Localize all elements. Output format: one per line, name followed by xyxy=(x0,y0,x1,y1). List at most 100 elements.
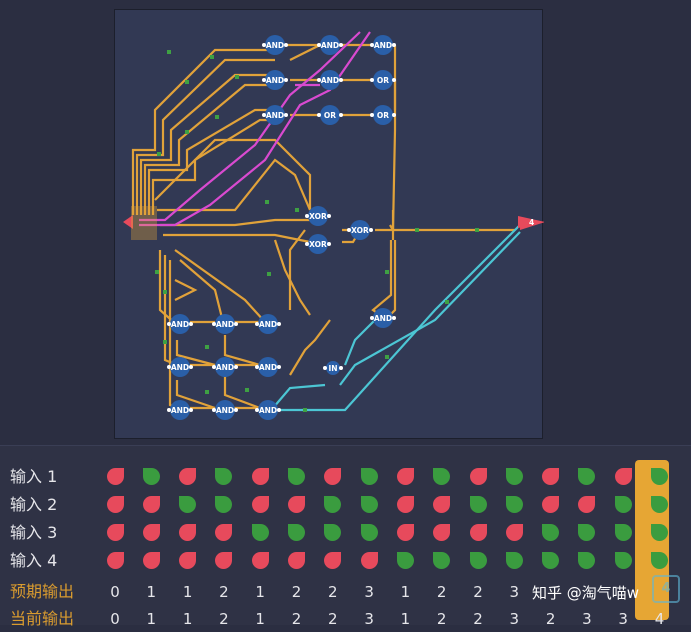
expected-output-value: 1 xyxy=(182,583,193,601)
input-2-state-cell xyxy=(460,492,496,518)
off-leaf-icon xyxy=(106,468,124,485)
gate-and[interactable]: AND xyxy=(255,314,281,334)
gate-output-pin[interactable] xyxy=(284,113,288,117)
input-4-state-cell xyxy=(496,548,532,574)
gate-or[interactable]: OR xyxy=(370,70,396,90)
input-1-state-cell xyxy=(315,464,351,490)
gate-output-pin[interactable] xyxy=(277,322,281,326)
gate-input-pin[interactable] xyxy=(323,366,327,370)
gate-output-pin[interactable] xyxy=(189,322,193,326)
gate-output-pin[interactable] xyxy=(339,78,343,82)
on-leaf-icon xyxy=(324,496,342,513)
gate-xor[interactable]: XOR xyxy=(305,234,331,254)
expected-output-value: 2 xyxy=(473,583,483,601)
gate-and[interactable]: AND xyxy=(212,400,238,420)
gate-or[interactable]: OR xyxy=(370,105,396,125)
gate-output-pin[interactable] xyxy=(392,113,396,117)
on-leaf-icon xyxy=(651,468,668,485)
gate-input-pin[interactable] xyxy=(317,113,321,117)
gate-output-pin[interactable] xyxy=(284,78,288,82)
gate-or[interactable]: OR xyxy=(317,105,343,125)
gate-output-pin[interactable] xyxy=(277,365,281,369)
input-1-state-cell xyxy=(242,464,278,490)
circuit-canvas[interactable]: 4 AND AND AND AND AND OR AND OR OR XOR XOR XOR AND AN… xyxy=(115,10,544,440)
current-output-value: 2 xyxy=(328,610,338,628)
on-leaf-icon xyxy=(142,468,160,485)
gate-output-pin[interactable] xyxy=(189,408,193,412)
output-node[interactable]: 4 xyxy=(518,216,544,230)
input-1-state-cell xyxy=(170,464,206,490)
input-2-state-cell xyxy=(496,492,532,518)
gate-and[interactable]: AND xyxy=(255,357,281,377)
input-1-state-cell xyxy=(351,464,387,490)
on-leaf-icon xyxy=(396,552,414,569)
gate-and[interactable]: AND xyxy=(262,70,288,90)
gate-output-pin[interactable] xyxy=(392,316,396,320)
watermark-text: 知乎 @淘气喵w xyxy=(532,584,640,602)
gate-and[interactable]: AND xyxy=(262,105,288,125)
gate-label: OR xyxy=(377,111,389,120)
gate-output-pin[interactable] xyxy=(369,228,373,232)
on-leaf-icon xyxy=(179,496,197,513)
gate-output-pin[interactable] xyxy=(284,43,288,47)
input-2-state-cell xyxy=(133,492,169,518)
gate-label: XOR xyxy=(351,226,369,235)
gate-output-pin[interactable] xyxy=(339,113,343,117)
on-leaf-icon xyxy=(578,552,596,569)
off-leaf-icon xyxy=(179,468,197,485)
orange-wires xyxy=(131,43,515,410)
off-leaf-icon xyxy=(142,524,160,541)
gate-output-pin[interactable] xyxy=(392,78,396,82)
off-leaf-icon xyxy=(251,468,269,485)
input-1-state-cell xyxy=(387,464,423,490)
gate-and[interactable]: AND xyxy=(212,314,238,334)
input-1-state-cell xyxy=(279,464,315,490)
off-leaf-icon xyxy=(251,496,269,513)
gate-output-pin[interactable] xyxy=(392,43,396,47)
input-node[interactable] xyxy=(123,206,157,240)
current-output-value: 1 xyxy=(255,610,265,628)
input-1-state-cell xyxy=(206,464,242,490)
gate-output-pin[interactable] xyxy=(339,43,343,47)
off-leaf-icon xyxy=(396,524,414,541)
expected-output-value: 1 xyxy=(400,583,411,601)
on-leaf-icon xyxy=(215,496,233,513)
gate-label: AND xyxy=(374,314,392,323)
gate-output-pin[interactable] xyxy=(234,365,238,369)
gate-output-pin[interactable] xyxy=(277,408,281,412)
input-3-state-cell xyxy=(97,520,133,546)
gate-output-pin[interactable] xyxy=(189,365,193,369)
gate-output-pin[interactable] xyxy=(234,322,238,326)
circuit-board[interactable]: 4 AND AND AND AND AND OR AND OR OR XOR XOR XOR AND AN… xyxy=(114,9,544,440)
gate-and[interactable]: AND xyxy=(212,357,238,377)
input-2-state-cell xyxy=(170,492,206,518)
on-leaf-icon xyxy=(324,524,342,541)
off-leaf-icon xyxy=(542,496,560,513)
gate-and[interactable]: AND xyxy=(317,70,343,90)
off-leaf-icon xyxy=(396,468,414,485)
expected-output-value: 3 xyxy=(364,583,374,601)
current-output-value: 2 xyxy=(473,610,483,628)
gate-in[interactable]: IN xyxy=(323,361,343,375)
gate-output-pin[interactable] xyxy=(327,242,331,246)
gate-and[interactable]: AND xyxy=(370,35,396,55)
gate-and[interactable]: AND xyxy=(262,35,288,55)
current-output-label: 当前输出 xyxy=(10,609,75,628)
on-leaf-icon xyxy=(578,468,596,485)
gate-output-pin[interactable] xyxy=(234,408,238,412)
input-4-state-cell xyxy=(97,548,133,574)
gate-input-pin[interactable] xyxy=(370,78,374,82)
gate-output-pin[interactable] xyxy=(339,366,343,370)
gate-output-pin[interactable] xyxy=(327,214,331,218)
gate-label: AND xyxy=(259,320,277,329)
off-leaf-icon xyxy=(106,496,124,513)
off-leaf-icon xyxy=(542,468,560,485)
gate-input-pin[interactable] xyxy=(370,113,374,117)
off-leaf-icon xyxy=(215,524,233,541)
input-4-state-cell xyxy=(424,548,460,574)
current-output-value: 2 xyxy=(219,610,229,628)
on-leaf-icon xyxy=(360,524,378,541)
gate-label: AND xyxy=(321,76,339,85)
input-3-state-cell xyxy=(387,520,423,546)
gate-xor[interactable]: XOR xyxy=(347,220,373,240)
